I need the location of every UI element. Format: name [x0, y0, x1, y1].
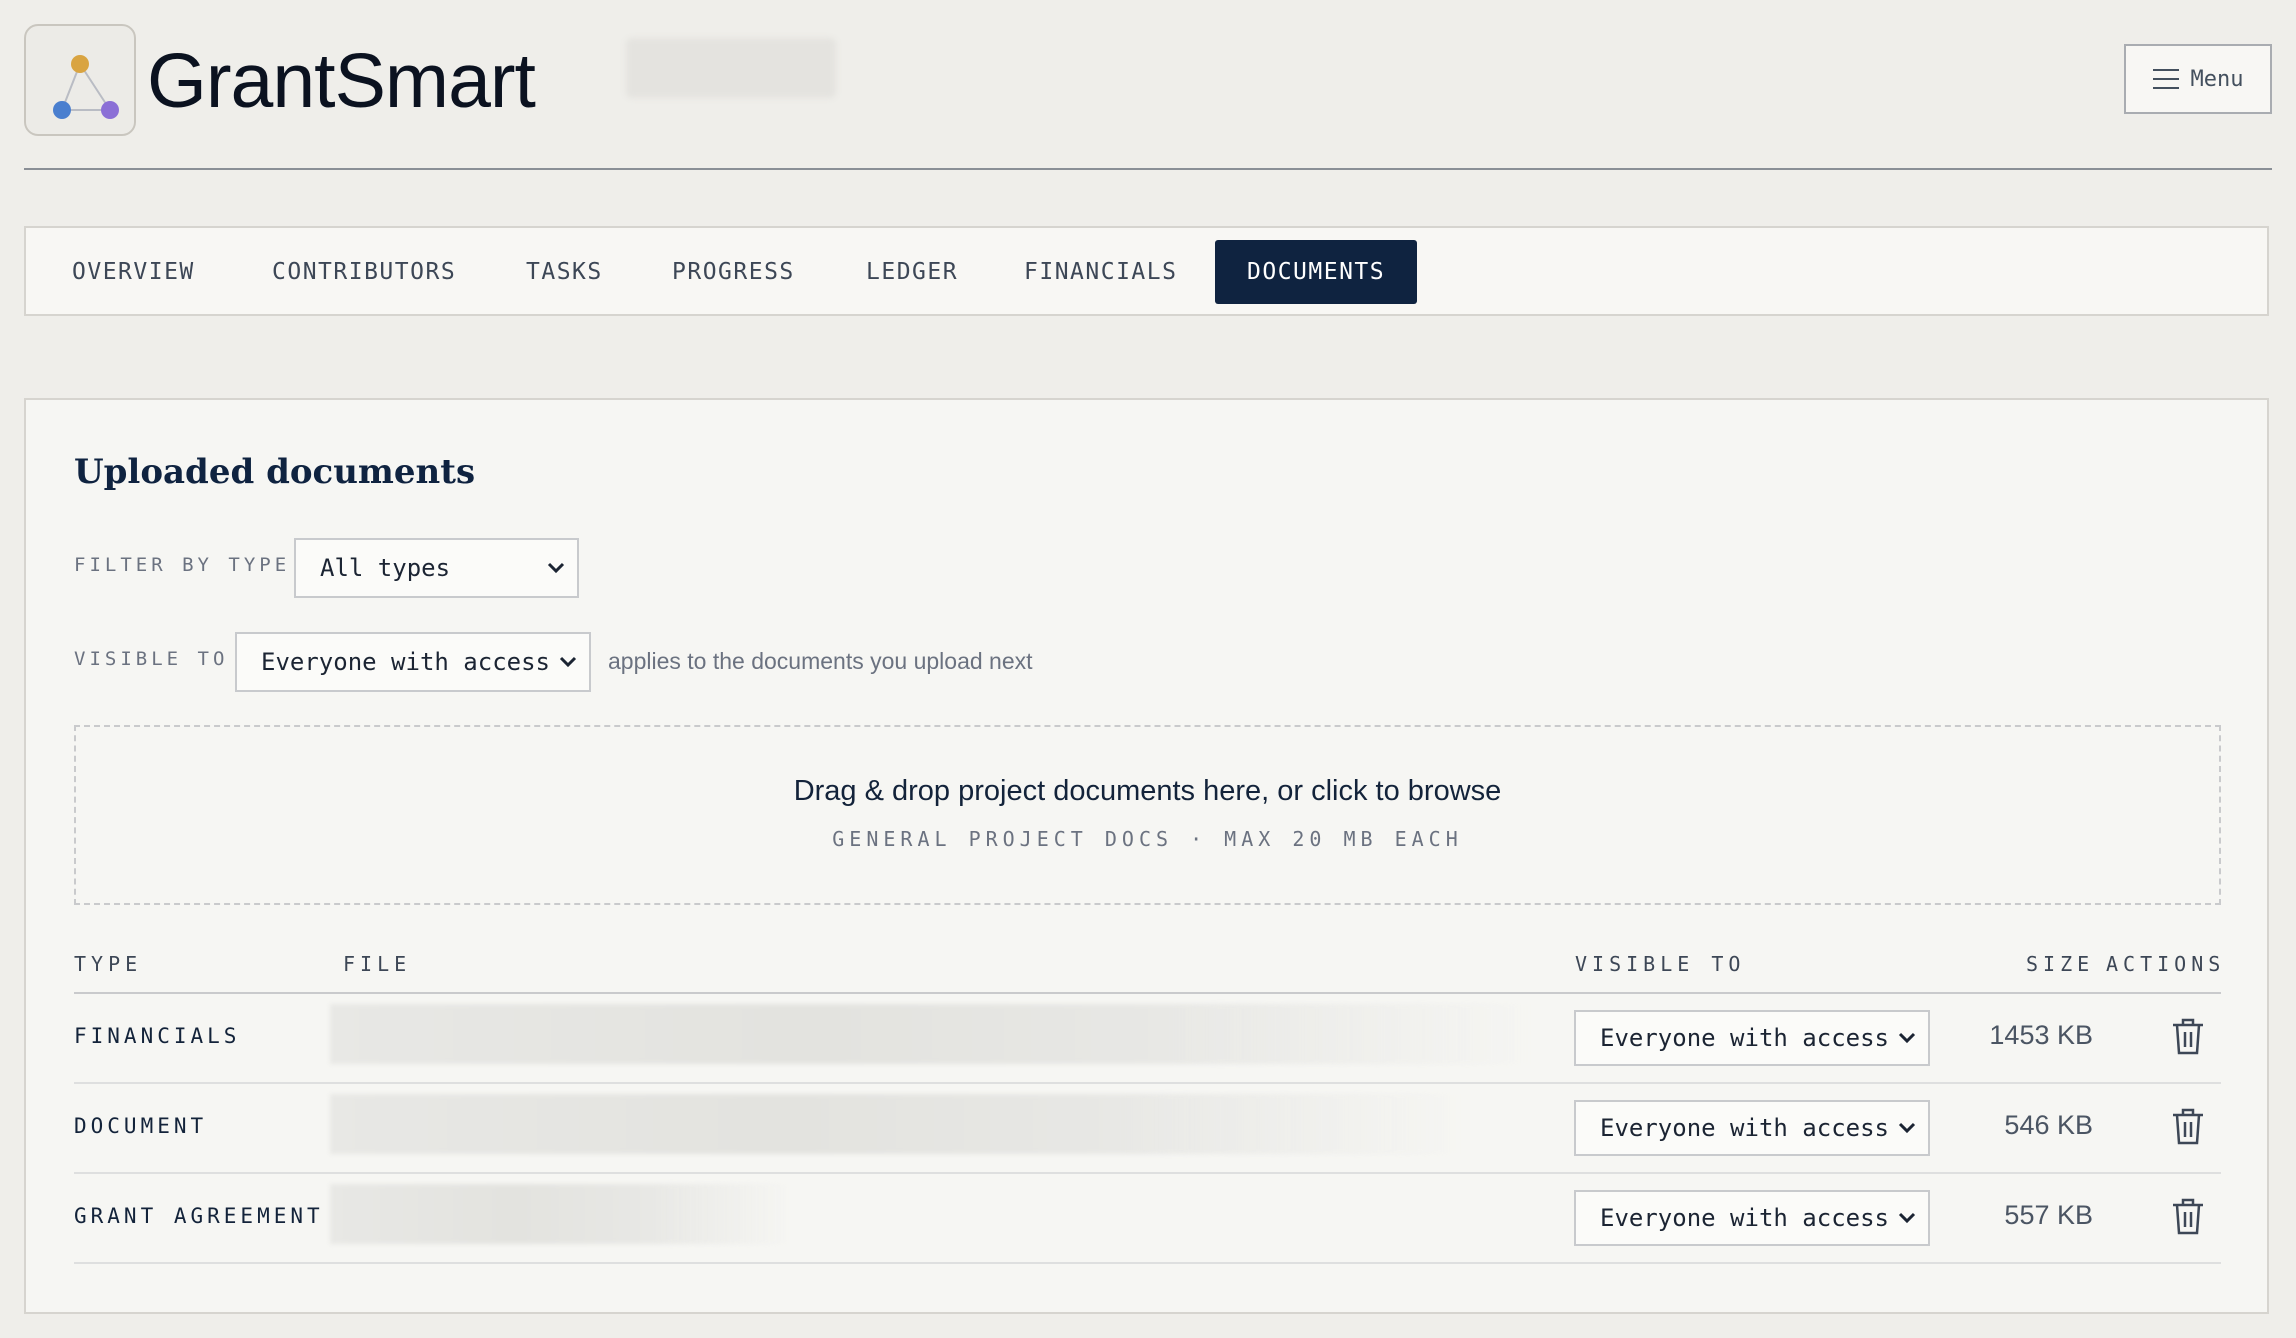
redacted-file-name[interactable] [330, 1184, 790, 1244]
brand-name: GrantSmart [147, 38, 536, 124]
filter-type-value: All types [320, 554, 451, 582]
row-visible-to-select[interactable]: Everyone with access [1574, 1010, 1930, 1066]
documents-panel: Uploaded documents FILTER BY TYPE All ty… [24, 398, 2269, 1314]
tab-progress[interactable]: PROGRESS [640, 240, 827, 304]
column-header-file: FILE [343, 952, 412, 976]
row-type: GRANT AGREEMENT [74, 1204, 324, 1228]
visible-to-label: VISIBLE TO [74, 648, 229, 670]
hamburger-icon [2152, 69, 2179, 89]
tab-financials[interactable]: FINANCIALS [992, 240, 1209, 304]
row-size: 1453 KB [1989, 1020, 2093, 1050]
panel-title: Uploaded documents [74, 452, 476, 492]
chevron-down-icon [1898, 1212, 1916, 1224]
trash-icon[interactable] [2171, 1016, 2205, 1056]
row-visible-to-value: Everyone with access [1600, 1114, 1889, 1142]
visible-to-select[interactable]: Everyone with access [235, 632, 591, 692]
tab-overview[interactable]: OVERVIEW [40, 240, 227, 304]
app-header: GrantSmart Menu [24, 24, 2272, 170]
column-header-actions: ACTIONS [2106, 952, 2226, 976]
tab-tasks[interactable]: TASKS [494, 240, 635, 304]
tab-bar: OVERVIEW CONTRIBUTORS TASKS PROGRESS LED… [24, 226, 2269, 316]
row-size: 557 KB [2004, 1200, 2093, 1230]
chevron-down-icon [1898, 1032, 1916, 1044]
tab-documents[interactable]: DOCUMENTS [1215, 240, 1418, 304]
tab-ledger[interactable]: LEDGER [834, 240, 990, 304]
tab-contributors[interactable]: CONTRIBUTORS [240, 240, 488, 304]
menu-label: Menu [2190, 66, 2244, 92]
redacted-file-name[interactable] [330, 1004, 1530, 1064]
redacted-project-name [626, 38, 836, 98]
column-header-size: SIZE [2026, 952, 2095, 976]
menu-button[interactable]: Menu [2124, 44, 2272, 114]
triangle-network-icon [53, 55, 119, 119]
trash-icon[interactable] [2171, 1196, 2205, 1236]
chevron-down-icon [547, 562, 565, 574]
row-visible-to-value: Everyone with access [1600, 1204, 1889, 1232]
upload-dropzone[interactable]: Drag & drop project documents here, or c… [74, 725, 2221, 905]
logo[interactable] [24, 24, 136, 136]
visible-to-value: Everyone with access [261, 648, 550, 676]
row-visible-to-value: Everyone with access [1600, 1024, 1889, 1052]
dropzone-subtext: GENERAL PROJECT DOCS · MAX 20 MB EACH [832, 827, 1463, 851]
chevron-down-icon [1898, 1122, 1916, 1134]
column-header-type: TYPE [74, 952, 143, 976]
trash-icon[interactable] [2171, 1106, 2205, 1146]
table-row: DOCUMENT Everyone with access 546 KB [74, 1084, 2221, 1174]
row-type: DOCUMENT [74, 1114, 208, 1138]
row-visible-to-select[interactable]: Everyone with access [1574, 1190, 1930, 1246]
row-size: 546 KB [2004, 1110, 2093, 1140]
visible-to-hint: applies to the documents you upload next [608, 648, 1033, 674]
table-row: GRANT AGREEMENT Everyone with access 557… [74, 1174, 2221, 1264]
row-visible-to-select[interactable]: Everyone with access [1574, 1100, 1930, 1156]
chevron-down-icon [559, 656, 577, 668]
row-type: FINANCIALS [74, 1024, 241, 1048]
filter-type-select[interactable]: All types [294, 538, 579, 598]
dropzone-text: Drag & drop project documents here, or c… [793, 775, 1502, 807]
filter-label: FILTER BY TYPE [74, 554, 291, 576]
redacted-file-name[interactable] [330, 1094, 1460, 1154]
column-header-visible-to: VISIBLE TO [1575, 952, 1746, 976]
table-row: FINANCIALS Everyone with access 1453 KB [74, 994, 2221, 1084]
